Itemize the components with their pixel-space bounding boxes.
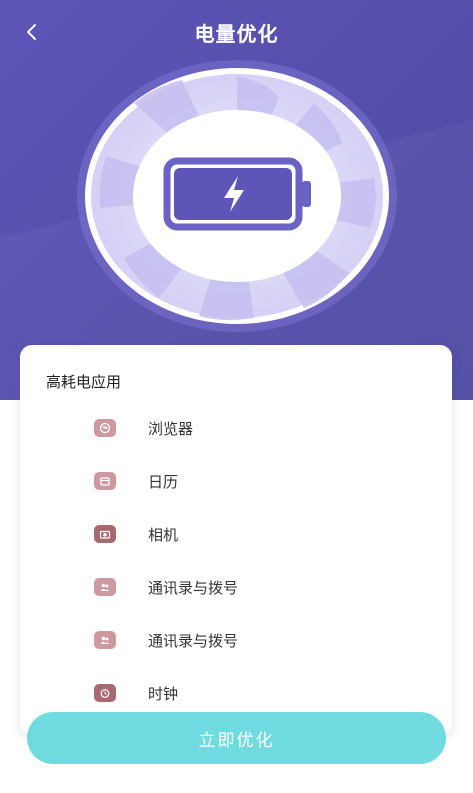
app-item-contacts[interactable]: 通讯录与拨号 — [20, 625, 452, 655]
high-power-apps-card: 高耗电应用 浏览器 日历 相机 通讯录与拨号 通讯录与拨号 时钟 — [20, 345, 452, 735]
contacts-icon — [94, 631, 116, 649]
app-item-calendar[interactable]: 日历 — [20, 466, 452, 496]
app-item-clock[interactable]: 时钟 — [20, 678, 452, 708]
app-label: 日历 — [148, 472, 179, 491]
optimize-now-button[interactable]: 立即优化 — [27, 712, 446, 764]
battery-ring — [77, 60, 397, 332]
card-title: 高耗电应用 — [46, 373, 122, 391]
clock-icon — [94, 684, 116, 702]
app-item-camera[interactable]: 相机 — [20, 519, 452, 549]
calendar-icon — [94, 472, 116, 490]
app-label: 浏览器 — [148, 419, 194, 438]
app-label: 相机 — [148, 525, 179, 544]
page-title: 电量优化 — [194, 22, 279, 46]
contacts-icon — [94, 578, 116, 596]
browser-icon — [94, 419, 116, 437]
camera-icon — [94, 525, 116, 543]
app-label: 通讯录与拨号 — [148, 578, 239, 597]
app-item-contacts[interactable]: 通讯录与拨号 — [20, 572, 452, 602]
app-label: 通讯录与拨号 — [148, 631, 239, 650]
app-item-browser[interactable]: 浏览器 — [20, 413, 452, 443]
app-label: 时钟 — [148, 684, 179, 703]
battery-charging-icon — [163, 157, 311, 231]
